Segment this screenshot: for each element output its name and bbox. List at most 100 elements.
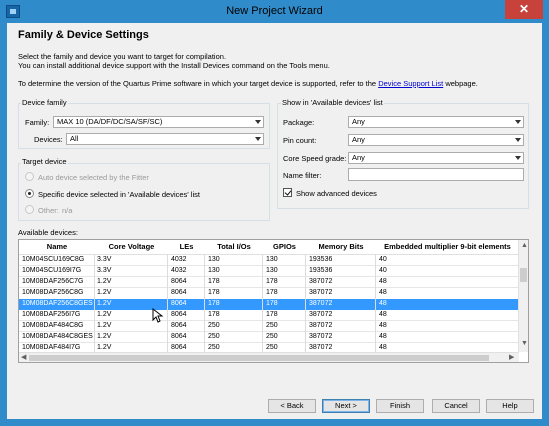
table-cell: 250 [208,344,220,351]
table-cell: 4032 [171,256,187,263]
horizontal-scroll-thumb[interactable] [29,355,489,361]
table-cell: 130 [266,256,278,263]
family-select[interactable]: MAX 10 (DA/DF/DC/SA/SF/SC) [53,116,264,128]
available-devices-table[interactable]: Name Core Voltage LEs Total I/Os GPIOs M… [18,239,529,363]
table-cell: 130 [266,267,278,274]
table-cell: 387072 [309,311,333,318]
description-line-3: To determine the version of the Quartus … [18,79,478,88]
mouse-cursor-icon [152,307,164,323]
other-device-radio[interactable] [25,205,34,214]
auto-device-radio[interactable] [25,172,34,181]
table-cell: 193536 [309,256,333,263]
table-cell: 178 [208,311,220,318]
chevron-down-icon [255,120,261,124]
auto-device-label: Auto device selected by the Fitter [38,173,149,182]
core-speed-select-value: Any [352,153,365,162]
pin-count-label: Pin count: [283,136,317,145]
title-bar: New Project Wizard ✕ [0,0,549,23]
column-header-memory-bits[interactable]: Memory Bits [306,242,376,251]
family-select-value: MAX 10 (DA/DF/DC/SA/SF/SC) [57,117,163,126]
devices-label: Devices: [34,135,63,144]
show-advanced-label: Show advanced devices [296,189,377,198]
name-filter-label: Name filter: [283,171,322,180]
specific-device-label: Specific device selected in 'Available d… [38,190,200,199]
column-header-core-voltage[interactable]: Core Voltage [95,242,168,251]
family-label: Family: [25,118,50,127]
table-cell: 48 [379,300,387,307]
package-select-value: Any [352,117,365,126]
column-header-embedded-multiplier[interactable]: Embedded multiplier 9-bit elements [376,242,519,251]
table-cell: 1.2V [97,322,112,329]
table-cell: 48 [379,322,387,329]
column-header-les[interactable]: LEs [168,242,205,251]
table-cell: 8064 [171,311,187,318]
chevron-down-icon [255,137,261,141]
scroll-down-icon[interactable]: ▼ [521,340,528,348]
help-button[interactable]: Help [486,399,534,413]
table-cell: 48 [379,344,387,351]
table-cell: 178 [266,300,278,307]
description-line-1: Select the family and device you want to… [18,52,227,61]
table-cell: 1.2V [97,333,112,340]
column-divider [94,255,95,352]
vertical-scroll-thumb[interactable] [520,268,527,282]
name-filter-input[interactable] [348,168,524,181]
column-divider [204,255,205,352]
table-cell: 387072 [309,300,333,307]
close-button[interactable]: ✕ [505,0,543,19]
chevron-down-icon [515,156,521,160]
table-cell: 8064 [171,289,187,296]
column-header-name[interactable]: Name [19,242,95,251]
table-cell: 250 [208,333,220,340]
specific-device-radio[interactable] [25,189,34,198]
other-device-value: n/a [62,206,73,215]
table-cell: 10M04SCU169C8G [22,256,85,263]
table-cell: 40 [379,267,387,274]
table-cell: 387072 [309,289,333,296]
table-cell: 8064 [171,300,187,307]
description-line-3-prefix: To determine the version of the Quartus … [18,79,379,88]
scroll-up-icon[interactable]: ▲ [521,242,528,250]
table-cell: 48 [379,333,387,340]
table-header: Name Core Voltage LEs Total I/Os GPIOs M… [19,240,519,255]
horizontal-scrollbar[interactable]: ◀ ▶ [19,352,519,362]
table-cell: 8064 [171,322,187,329]
table-cell: 8064 [171,278,187,285]
table-cell: 387072 [309,278,333,285]
column-divider [167,255,168,352]
table-cell: 178 [208,278,220,285]
available-devices-label: Available devices: [18,228,78,237]
show-advanced-checkbox[interactable] [283,188,292,197]
vertical-scrollbar[interactable]: ▲ ▼ [518,240,528,352]
device-support-list-link[interactable]: Device Support List [378,79,443,88]
table-cell: 1.2V [97,311,112,318]
package-select[interactable]: Any [348,116,524,128]
table-cell: 3.3V [97,267,112,274]
table-cell: 10M08DAF256C8G [22,289,84,296]
devices-select-value: All [70,134,79,143]
scroll-left-icon[interactable]: ◀ [21,354,26,362]
column-divider [305,255,306,352]
table-cell: 1.2V [97,344,112,351]
core-speed-select[interactable]: Any [348,152,524,164]
back-button[interactable]: < Back [268,399,316,413]
table-cell: 8064 [171,344,187,351]
table-cell: 10M08DAF484I7G [22,344,81,351]
table-cell: 250 [208,322,220,329]
table-cell: 10M08DAF484C8G [22,322,84,329]
devices-select[interactable]: All [66,133,264,145]
core-speed-label: Core Speed grade: [283,154,347,163]
pin-count-select[interactable]: Any [348,134,524,146]
next-button[interactable]: Next > [322,399,370,413]
table-cell: 8064 [171,333,187,340]
finish-button[interactable]: Finish [376,399,424,413]
chevron-down-icon [515,138,521,142]
column-header-total-ios[interactable]: Total I/Os [205,242,263,251]
table-cell: 178 [266,311,278,318]
table-cell: 250 [266,333,278,340]
table-cell: 387072 [309,322,333,329]
scroll-right-icon[interactable]: ▶ [509,354,514,362]
column-header-gpios[interactable]: GPIOs [263,242,306,251]
table-cell: 48 [379,278,387,285]
cancel-button[interactable]: Cancel [432,399,480,413]
